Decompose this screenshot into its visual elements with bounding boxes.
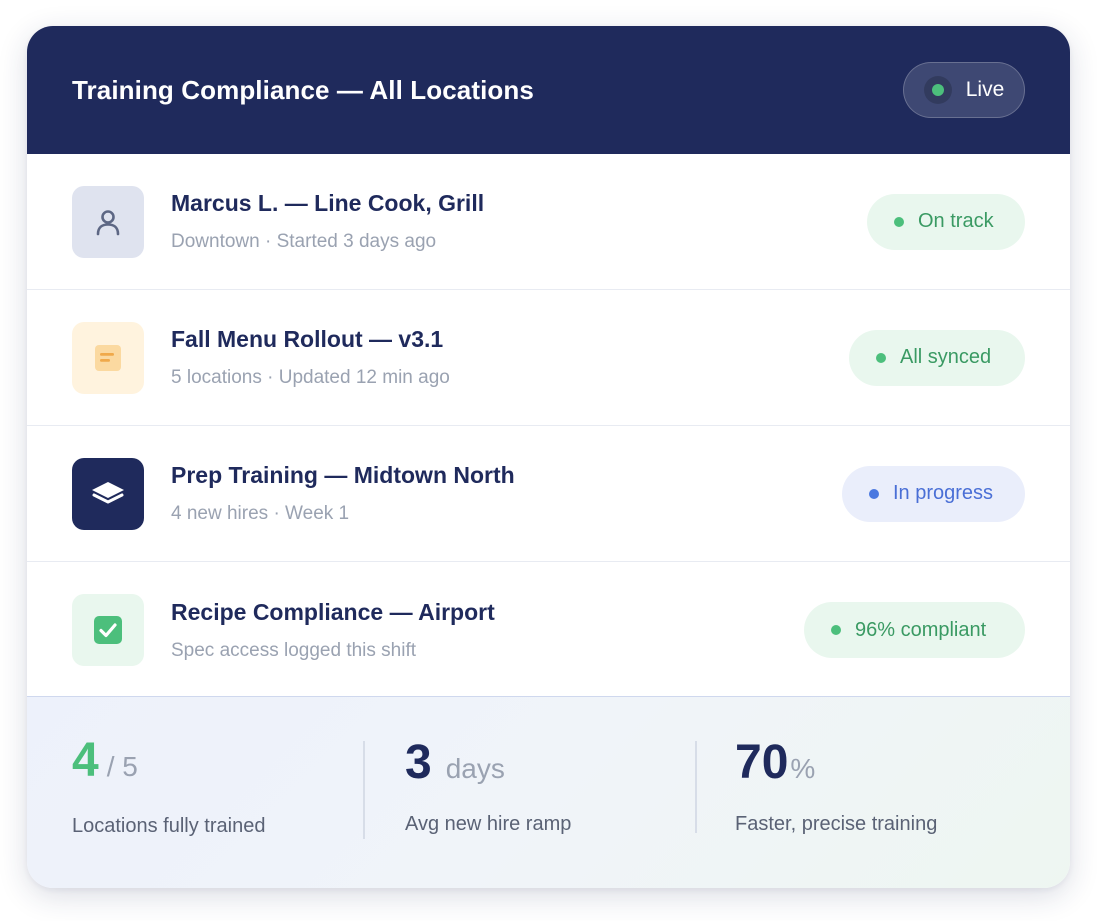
list-item[interactable]: Recipe Compliance — Airport Spec access …: [27, 562, 1070, 698]
row-subtitle: Downtown · Started 3 days ago: [171, 231, 437, 252]
compliance-card: Training Compliance — All Locations Live…: [27, 26, 1070, 888]
row-subtitle: 4 new hires · Week 1: [171, 503, 350, 524]
status-badge: In progress: [842, 465, 1025, 522]
status-badge-label: All synced: [900, 346, 992, 368]
live-dot-icon: [931, 84, 944, 96]
live-label: Live: [965, 78, 1005, 101]
status-dot-icon: [869, 488, 879, 499]
row-title: Fall Menu Rollout — v3.1: [171, 326, 444, 352]
row-text: Prep Training — Midtown North 4 new hire…: [171, 462, 842, 525]
stat-value-line: 4 / 5: [72, 737, 363, 795]
row-title: Marcus L. — Line Cook, Grill: [171, 190, 485, 216]
stat-hire-ramp: 3 days Avg new hire ramp: [363, 739, 695, 839]
layers-icon: [72, 457, 144, 530]
document-icon: [72, 321, 144, 394]
activity-list: Marcus L. — Line Cook, Grill Downtown · …: [27, 154, 1070, 698]
live-status-pill[interactable]: Live: [903, 62, 1025, 118]
status-dot-icon: [894, 216, 904, 227]
row-subtitle: 5 locations · Updated 12 min ago: [171, 367, 450, 388]
stat-label: Locations fully trained: [72, 815, 266, 837]
stat-value: 70: [735, 736, 789, 789]
status-badge: All synced: [849, 329, 1025, 386]
status-badge: 96% compliant: [804, 602, 1025, 658]
stat-value-line: 70 %: [735, 739, 1070, 797]
status-dot-icon: [831, 625, 841, 635]
stat-faster-training: 70 % Faster, precise training: [695, 739, 1070, 835]
stats-panel: 4 / 5 Locations fully trained 3 days Avg…: [27, 696, 1070, 888]
page-title: Training Compliance — All Locations: [72, 74, 534, 105]
live-indicator: [923, 76, 952, 104]
stat-suffix: days: [445, 753, 505, 784]
stat-label: Faster, precise training: [735, 813, 938, 835]
status-dot-icon: [876, 352, 886, 363]
card-header: Training Compliance — All Locations Live: [27, 26, 1070, 154]
stat-locations-trained: 4 / 5 Locations fully trained: [27, 697, 363, 838]
stat-suffix: %: [790, 753, 816, 784]
status-badge-label: 96% compliant: [855, 618, 987, 641]
stat-value: 4: [72, 734, 99, 787]
row-text: Recipe Compliance — Airport Spec access …: [171, 599, 804, 662]
stat-value-line: 3 days: [405, 739, 695, 797]
stat-suffix: / 5: [106, 751, 138, 782]
list-item[interactable]: Prep Training — Midtown North 4 new hire…: [27, 426, 1070, 562]
row-text: Fall Menu Rollout — v3.1 5 locations · U…: [171, 326, 849, 389]
row-subtitle: Spec access logged this shift: [171, 639, 417, 661]
status-badge-label: On track: [918, 210, 994, 232]
status-badge: On track: [867, 193, 1025, 250]
user-icon: [72, 185, 144, 258]
checkbox-icon: [72, 594, 144, 666]
row-title: Prep Training — Midtown North: [171, 462, 515, 488]
row-text: Marcus L. — Line Cook, Grill Downtown · …: [171, 190, 867, 253]
stat-label: Avg new hire ramp: [405, 813, 572, 835]
list-item[interactable]: Marcus L. — Line Cook, Grill Downtown · …: [27, 154, 1070, 290]
status-badge-label: In progress: [893, 482, 994, 504]
list-item[interactable]: Fall Menu Rollout — v3.1 5 locations · U…: [27, 290, 1070, 426]
row-title: Recipe Compliance — Airport: [171, 598, 495, 625]
stat-value: 3: [405, 736, 432, 789]
